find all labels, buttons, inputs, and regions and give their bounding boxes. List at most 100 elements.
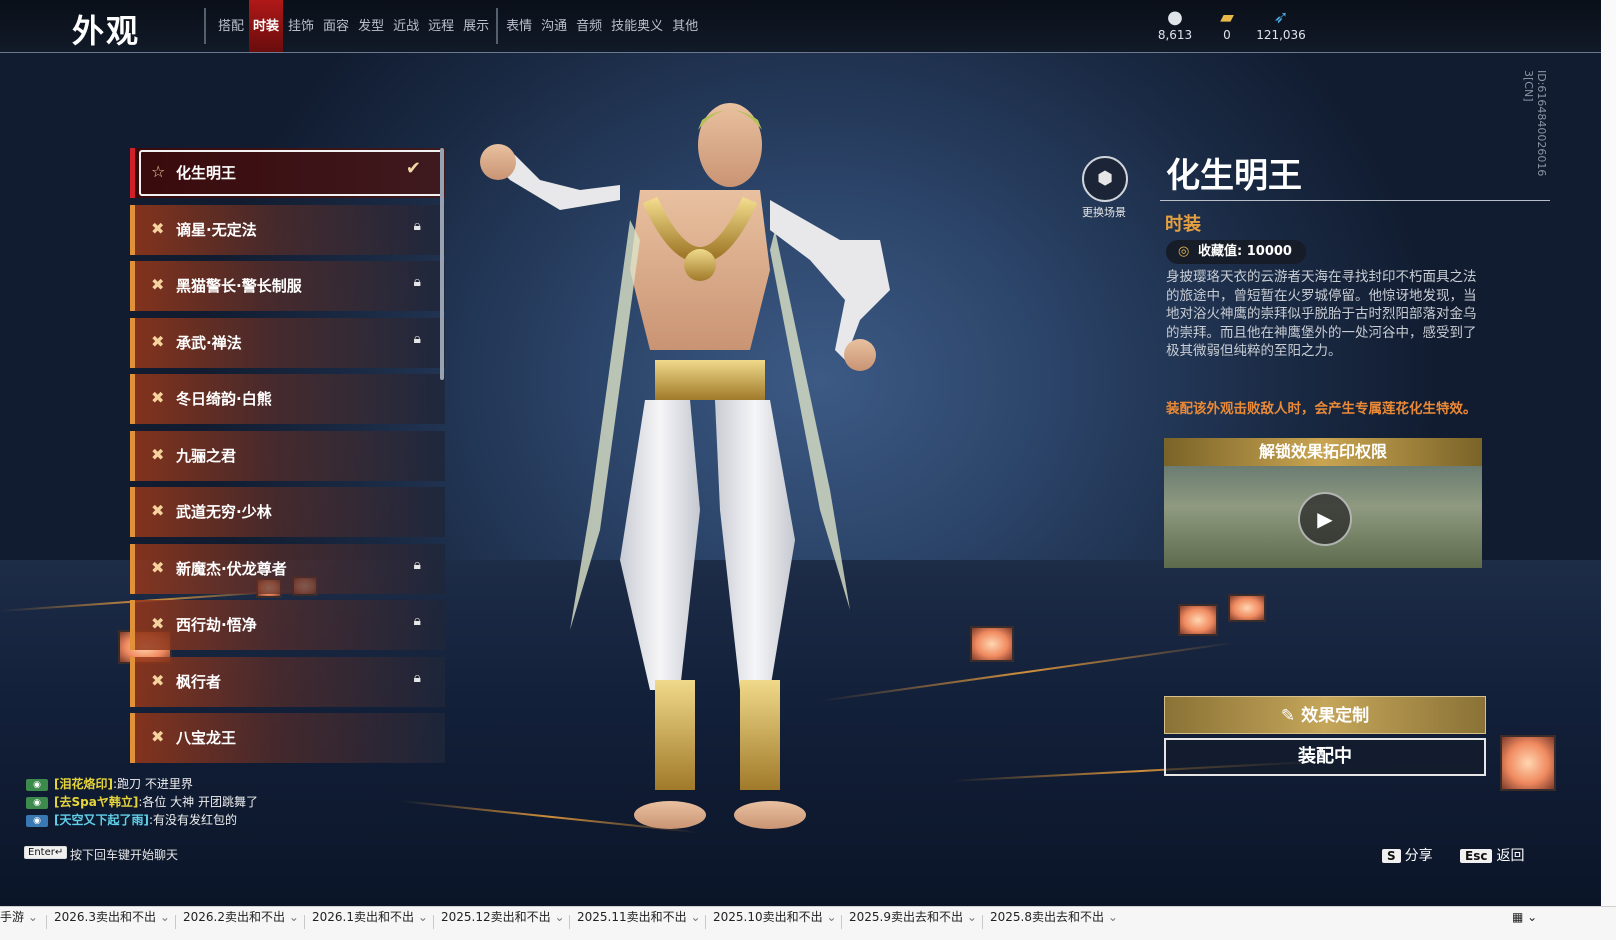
share-hotkey[interactable]: S 分享	[1382, 845, 1433, 865]
cross-swords-icon: ✖	[151, 557, 165, 577]
chat-sender[interactable]: [天空又下起了雨]	[54, 813, 149, 827]
cross-swords-icon: ✖	[151, 275, 165, 294]
outfit-label: 化生明王	[176, 164, 237, 182]
outfit-title: 化生明王	[1166, 156, 1302, 196]
chat-sender[interactable]: [泪花烙印]	[54, 777, 113, 791]
outfit-list-item[interactable]: ✖ 武道无穷·少林	[130, 487, 445, 537]
floating-lantern	[1500, 735, 1556, 791]
outfit-label: 黑猫警长·警长制服	[176, 277, 302, 295]
effect-preview-video[interactable]: ▶	[1164, 466, 1482, 568]
sheet-tab-divider	[841, 915, 842, 929]
customize-effect-button[interactable]: ✎ 效果定制	[1164, 696, 1486, 734]
outfit-list-item[interactable]: ✖ 枫行者 🔒︎	[130, 656, 445, 707]
sheet-tab-label: 2026.3卖出和不出	[54, 910, 156, 924]
chevron-down-icon: ⌄	[550, 910, 565, 924]
chevron-down-icon: ⌄	[414, 910, 428, 924]
outfit-list-item[interactable]: ☆ 化生明王 ✔	[130, 148, 445, 198]
chat-hint: 按下回车键开始聊天	[70, 848, 179, 862]
sheet-tab[interactable]: 2025.12卖出和不出 ⌄	[441, 907, 565, 940]
sheet-tab[interactable]: 2025.11卖出和不出 ⌄	[577, 907, 701, 940]
lock-icon: 🔒︎	[413, 556, 421, 573]
grid-menu-icon[interactable]: ▦ ⌄	[1512, 907, 1537, 940]
customize-label: 效果定制	[1301, 706, 1370, 726]
window-edge	[1601, 0, 1616, 906]
sheet-tab-divider	[304, 915, 305, 929]
sheet-tab[interactable]: 2026.3卖出和不出 ⌄	[54, 907, 170, 940]
chat-text: :跑刀 不进里界	[112, 777, 193, 791]
outfit-list-item[interactable]: ✖ 九骊之君	[130, 430, 445, 481]
outfit-category: 时装	[1165, 214, 1201, 235]
tab-8[interactable]: 表情	[502, 0, 536, 52]
currency-value: 8,613	[1157, 28, 1193, 42]
chat-sender[interactable]: [去Spaヤ韩立]	[54, 795, 138, 809]
outfit-list-item[interactable]: ✖ 新魔杰·伏龙尊者 🔒︎	[130, 543, 445, 594]
tab-3[interactable]: 面容	[319, 0, 353, 52]
outfit-list-item[interactable]: ✖ 黑猫警长·警长制服 🔒︎	[130, 261, 445, 311]
sheet-tab[interactable]: 2026.1卖出和不出 ⌄	[312, 907, 428, 940]
sheet-tab-label: 2026.1卖出和不出	[312, 910, 414, 924]
sheet-tab[interactable]: 2025.9卖出去和不出 ⌄	[849, 907, 977, 940]
sheet-tab[interactable]: 2025.8卖出去和不出 ⌄	[990, 907, 1118, 940]
tab-2[interactable]: 挂饰	[284, 0, 318, 52]
tab-5[interactable]: 近战	[389, 0, 423, 52]
outfit-list-item[interactable]: ✖ 八宝龙王	[130, 713, 445, 763]
equipped-button[interactable]: 装配中	[1164, 738, 1486, 776]
tab-divider	[204, 8, 206, 44]
tab-10[interactable]: 音频	[572, 0, 606, 52]
enter-key-icon: Enter↵	[24, 846, 68, 859]
tab-7[interactable]: 展示	[459, 0, 493, 52]
sheet-tab[interactable]: 2025.10卖出和不出 ⌄	[713, 907, 837, 940]
back-key: Esc	[1460, 849, 1493, 863]
currency-value: 121,036	[1256, 28, 1306, 42]
sheet-tab-divider	[569, 915, 570, 929]
chat-box[interactable]: ◉ [泪花烙印]:跑刀 不进里界 ◉ [去Spaヤ韩立]:各位 大神 开团跳舞了 ◉…	[26, 775, 446, 829]
sheet-tab-divider	[705, 915, 706, 929]
sheet-tab-label: 2025.9卖出去和不出	[849, 910, 963, 924]
tab-4[interactable]: 发型	[354, 0, 388, 52]
collect-icon: ◎	[1178, 244, 1190, 259]
star-icon: ☆	[151, 162, 166, 181]
sheet-tab-label: 2026.2卖出和不出	[183, 910, 285, 924]
cross-swords-icon: ✖	[151, 331, 165, 351]
chat-text: :有没有发红包的	[148, 813, 238, 827]
outfit-label: 九骊之君	[176, 446, 237, 465]
chevron-down-icon: ⌄	[963, 910, 977, 924]
tab-11[interactable]: 技能奥义	[607, 0, 667, 52]
outfit-label: 谪星·无定法	[176, 220, 257, 239]
outfit-list-item[interactable]: ✖ 承武·禅法 🔒︎	[130, 317, 445, 368]
sheet-tab-bar: 手游 ⌄ 2026.3卖出和不出 ⌄ 2026.2卖出和不出 ⌄ 2026.1卖出和不…	[0, 906, 1616, 940]
tab-12[interactable]: 其他	[668, 0, 702, 52]
chevron-down-icon: ⌄	[822, 910, 837, 924]
chevron-down-icon: ⌄	[285, 910, 299, 924]
tab-0[interactable]: 搭配	[214, 0, 248, 52]
outfit-label: 冬日绮韵·白熊	[176, 390, 272, 408]
outfit-label: 新魔杰·伏龙尊者	[176, 559, 287, 578]
cross-swords-icon: ✖	[151, 388, 165, 407]
cross-swords-icon: ✖	[151, 444, 165, 464]
unlock-title: 解锁效果拓印权限	[1164, 438, 1482, 466]
chevron-down-icon: ⌄	[1104, 910, 1118, 924]
outfit-list[interactable]: ☆ 化生明王 ✔ ✖ 谪星·无定法 🔒︎ ✖ 黑猫警长·警长制服 🔒︎ ✖ 承武·禅法 🔒︎ ✖ 冬日绮韵…	[130, 148, 448, 793]
back-hotkey[interactable]: Esc 返回	[1460, 845, 1524, 865]
outfit-list-item[interactable]: ✖ 西行劫·悟净 🔒︎	[130, 600, 445, 650]
chat-text: :各位 大神 开团跳舞了	[138, 795, 258, 809]
sheet-tab-label: 手游	[0, 910, 25, 924]
collect-value: 收藏值: 10000	[1198, 244, 1292, 259]
cross-swords-icon: ✖	[151, 727, 165, 746]
outfit-list-item[interactable]: ✖ 谪星·无定法 🔒︎	[130, 204, 445, 255]
tab-6[interactable]: 远程	[424, 0, 458, 52]
tab-9[interactable]: 沟通	[537, 0, 571, 52]
sheet-tab[interactable]: 手游 ⌄	[0, 907, 38, 940]
tab-1[interactable]: 时装	[249, 0, 284, 52]
sheet-tab[interactable]: 2026.2卖出和不出 ⌄	[183, 907, 299, 940]
character-model[interactable]	[450, 90, 950, 860]
outfit-label: 枫行者	[176, 672, 222, 691]
floating-lantern	[1178, 604, 1218, 636]
chat-message: ◉ [去Spaヤ韩立]:各位 大神 开团跳舞了	[26, 793, 446, 811]
outfit-list-item[interactable]: ✖ 冬日绮韵·白熊	[130, 374, 445, 424]
lock-icon: 🔒︎	[413, 669, 421, 686]
change-scene-button[interactable]: ⬢	[1082, 156, 1128, 202]
list-scrollbar[interactable]	[440, 148, 444, 380]
play-icon[interactable]: ▶	[1298, 492, 1352, 546]
category-tabs: 搭配 时装 挂饰 面容 发型 近战 远程 展示 表情 沟通 音频 技能奥义 其他	[214, 0, 703, 52]
